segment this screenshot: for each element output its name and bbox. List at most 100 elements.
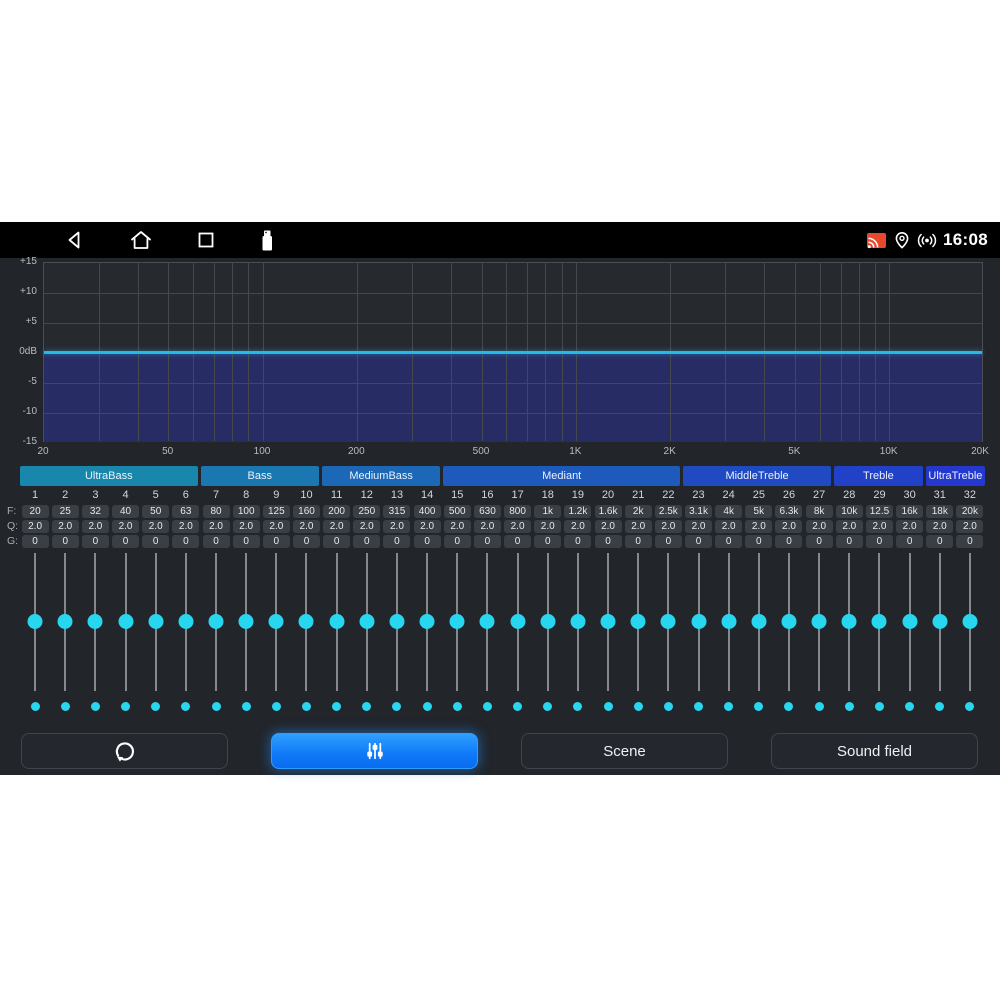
dot-cell bbox=[382, 701, 412, 711]
eq-gain-slider[interactable] bbox=[593, 553, 623, 691]
slider-thumb[interactable] bbox=[721, 614, 736, 629]
eq-gain-slider[interactable] bbox=[864, 553, 894, 691]
chip-cell: 2.0 bbox=[80, 520, 110, 533]
slider-thumb[interactable] bbox=[420, 614, 435, 629]
dot-cell bbox=[171, 701, 201, 711]
slider-thumb[interactable] bbox=[631, 614, 646, 629]
eq-gain-slider[interactable] bbox=[834, 553, 864, 691]
dot-cell bbox=[231, 701, 261, 711]
slider-thumb[interactable] bbox=[178, 614, 193, 629]
eq-gain-slider[interactable] bbox=[895, 553, 925, 691]
slider-thumb[interactable] bbox=[902, 614, 917, 629]
slider-thumb[interactable] bbox=[872, 614, 887, 629]
slider-thumb[interactable] bbox=[691, 614, 706, 629]
eq-gain-slider[interactable] bbox=[442, 553, 472, 691]
dot-cell bbox=[201, 701, 231, 711]
grid-hline bbox=[44, 293, 982, 294]
usb-icon[interactable] bbox=[258, 229, 276, 253]
chip-cell: 630 bbox=[472, 505, 502, 518]
eq-gain-slider[interactable] bbox=[472, 553, 502, 691]
slider-thumb[interactable] bbox=[812, 614, 827, 629]
slider-thumb[interactable] bbox=[932, 614, 947, 629]
slider-thumb[interactable] bbox=[299, 614, 314, 629]
channel-indicator-dot bbox=[91, 702, 100, 711]
eq-gain-slider[interactable] bbox=[804, 553, 834, 691]
slider-thumb[interactable] bbox=[962, 614, 977, 629]
channel-number: 9 bbox=[261, 489, 291, 502]
eq-gain-slider[interactable] bbox=[291, 553, 321, 691]
eq-gain-slider[interactable] bbox=[412, 553, 442, 691]
channel-number: 4 bbox=[110, 489, 140, 502]
slider-thumb[interactable] bbox=[540, 614, 555, 629]
slider-thumb[interactable] bbox=[480, 614, 495, 629]
home-icon[interactable] bbox=[129, 229, 153, 251]
slider-thumb[interactable] bbox=[781, 614, 796, 629]
eq-gain-slider[interactable] bbox=[653, 553, 683, 691]
slider-thumb[interactable] bbox=[751, 614, 766, 629]
chip-cell: 1.6k bbox=[593, 505, 623, 518]
eq-gain-slider[interactable] bbox=[774, 553, 804, 691]
slider-thumb[interactable] bbox=[389, 614, 404, 629]
eq-gain-slider[interactable] bbox=[322, 553, 352, 691]
chip-cell: 2.0 bbox=[683, 520, 713, 533]
slider-thumb[interactable] bbox=[269, 614, 284, 629]
eq-gain-slider[interactable] bbox=[503, 553, 533, 691]
eq-gain-slider[interactable] bbox=[50, 553, 80, 691]
eq-gain-slider[interactable] bbox=[201, 553, 231, 691]
channel-number: 12 bbox=[352, 489, 382, 502]
chip-cell: 2.0 bbox=[50, 520, 80, 533]
eq-gain-slider[interactable] bbox=[110, 553, 140, 691]
slider-thumb[interactable] bbox=[661, 614, 676, 629]
chip-cell: 0 bbox=[201, 535, 231, 548]
channel-indicator-dot bbox=[634, 702, 643, 711]
eq-gain-slider[interactable] bbox=[382, 553, 412, 691]
chip-cell: 2.0 bbox=[895, 520, 925, 533]
slider-thumb[interactable] bbox=[88, 614, 103, 629]
q-value-chip: 2.0 bbox=[52, 520, 79, 533]
chip-cell: 40 bbox=[110, 505, 140, 518]
eq-gain-slider[interactable] bbox=[925, 553, 955, 691]
equalizer-screen: +15+10+50dB-5-10-15 20501002005001K2K5K1… bbox=[0, 258, 1000, 775]
slider-thumb[interactable] bbox=[239, 614, 254, 629]
slider-thumb[interactable] bbox=[118, 614, 133, 629]
x-axis-tick-label: 500 bbox=[466, 446, 496, 457]
channel-indicator-dot bbox=[392, 702, 401, 711]
recents-icon[interactable] bbox=[196, 229, 216, 251]
reset-button[interactable] bbox=[21, 733, 228, 769]
slider-thumb[interactable] bbox=[359, 614, 374, 629]
chip-cell: 2.0 bbox=[472, 520, 502, 533]
slider-thumb[interactable] bbox=[510, 614, 525, 629]
slider-thumb[interactable] bbox=[450, 614, 465, 629]
eq-gain-slider[interactable] bbox=[533, 553, 563, 691]
slider-thumb[interactable] bbox=[58, 614, 73, 629]
scene-button[interactable]: Scene bbox=[521, 733, 728, 769]
slider-thumb[interactable] bbox=[148, 614, 163, 629]
chip-cell: 6.3k bbox=[774, 505, 804, 518]
eq-gain-slider[interactable] bbox=[20, 553, 50, 691]
slider-thumb[interactable] bbox=[601, 614, 616, 629]
eq-gain-slider[interactable] bbox=[623, 553, 653, 691]
eq-gain-slider[interactable] bbox=[231, 553, 261, 691]
slider-thumb[interactable] bbox=[570, 614, 585, 629]
eq-gain-slider[interactable] bbox=[563, 553, 593, 691]
eq-gain-slider[interactable] bbox=[171, 553, 201, 691]
eq-gain-slider[interactable] bbox=[714, 553, 744, 691]
eq-gain-slider[interactable] bbox=[744, 553, 774, 691]
slider-thumb[interactable] bbox=[28, 614, 43, 629]
slider-thumb[interactable] bbox=[329, 614, 344, 629]
eq-gain-slider[interactable] bbox=[352, 553, 382, 691]
eq-gain-slider[interactable] bbox=[683, 553, 713, 691]
equalizer-button[interactable] bbox=[271, 733, 478, 769]
slider-thumb[interactable] bbox=[842, 614, 857, 629]
eq-gain-slider[interactable] bbox=[80, 553, 110, 691]
back-icon[interactable] bbox=[64, 229, 86, 251]
gain-value-chip: 0 bbox=[564, 535, 591, 548]
chip-cell: 0 bbox=[291, 535, 321, 548]
eq-gain-slider[interactable] bbox=[141, 553, 171, 691]
chip-cell: 2.0 bbox=[503, 520, 533, 533]
chip-cell: 0 bbox=[834, 535, 864, 548]
eq-gain-slider[interactable] bbox=[955, 553, 985, 691]
eq-gain-slider[interactable] bbox=[261, 553, 291, 691]
slider-thumb[interactable] bbox=[209, 614, 224, 629]
sound-field-button[interactable]: Sound field bbox=[771, 733, 978, 769]
